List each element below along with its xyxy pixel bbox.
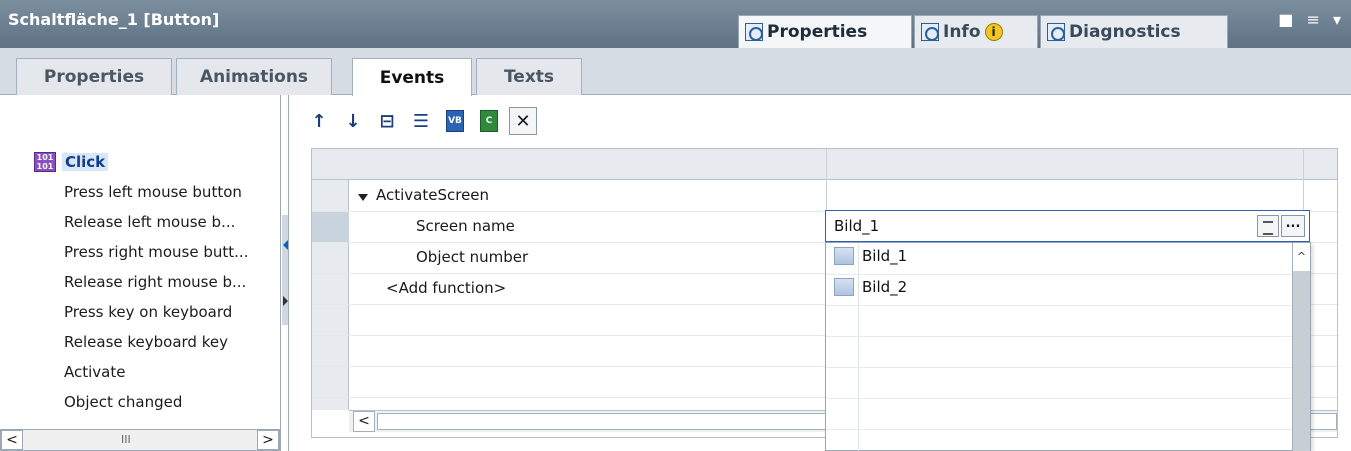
- info-badge-icon: i: [984, 23, 1003, 41]
- param-screen-name[interactable]: Screen name: [416, 217, 515, 235]
- inspector-tab-row: Properties Animations Events Texts: [0, 48, 1351, 96]
- tab-diagnostics[interactable]: Diagnostics: [1040, 15, 1228, 48]
- convert-to-c-icon: C: [480, 110, 498, 132]
- tab-properties-top-label: Properties: [767, 22, 868, 42]
- convert-to-c-button[interactable]: C: [475, 107, 503, 135]
- tab-properties[interactable]: Properties: [16, 58, 172, 95]
- grid-header: [312, 149, 1337, 180]
- panel-splitter[interactable]: [280, 95, 289, 451]
- grid-scroll-left-button[interactable]: <: [353, 411, 375, 432]
- collapse-all-icon[interactable]: ⊟: [373, 107, 401, 135]
- dropdown-option-bild2[interactable]: Bild_2: [834, 278, 907, 296]
- events-toolbar: ↑ ↓ ⊟ ☰ VB C ✕: [305, 105, 537, 137]
- event-press-left-mouse[interactable]: Press left mouse button: [64, 183, 242, 201]
- dropdown-row-line: [826, 398, 1301, 399]
- convert-to-vb-button[interactable]: VB: [441, 107, 469, 135]
- dropdown-option-bild1[interactable]: Bild_1: [834, 247, 907, 265]
- event-release-left-mouse[interactable]: Release left mouse b...: [64, 213, 235, 231]
- event-activate[interactable]: Activate: [64, 363, 125, 381]
- dropdown-row-line: [826, 336, 1301, 337]
- dropdown-option-label: Bild_1: [862, 247, 908, 265]
- screen-name-value: Bild_1: [834, 217, 880, 235]
- collapse-left-icon[interactable]: [283, 240, 288, 250]
- scroll-up-icon[interactable]: ^: [1293, 243, 1310, 271]
- window-controls-icon[interactable]: ■ ≡ ▾: [1278, 10, 1345, 29]
- screen-dropdown-list: Bild_1 Bild_2 ^: [825, 242, 1311, 451]
- tab-diagnostics-label: Diagnostics: [1069, 22, 1181, 42]
- dropdown-row-line: [826, 429, 1301, 430]
- inspector-title-bar: Schaltfläche_1 [Button] Properties Info …: [0, 0, 1351, 48]
- tab-properties-top[interactable]: Properties: [738, 15, 912, 48]
- delete-icon[interactable]: ✕: [509, 107, 537, 135]
- param-object-number[interactable]: Object number: [416, 248, 528, 266]
- event-object-changed[interactable]: Object changed: [64, 393, 182, 411]
- dropdown-row-line: [826, 274, 1301, 275]
- event-click[interactable]: 101 101 Click: [34, 152, 109, 172]
- screen-name-value-input[interactable]: Bild_1 ...: [825, 210, 1310, 242]
- screen-icon: [834, 247, 854, 265]
- scroll-left-button[interactable]: <: [1, 430, 23, 450]
- scroll-right-button[interactable]: >: [257, 430, 279, 450]
- event-release-key[interactable]: Release keyboard key: [64, 333, 228, 351]
- tab-animations[interactable]: Animations: [176, 58, 332, 95]
- scroll-grip-icon[interactable]: III: [121, 433, 131, 446]
- event-press-key[interactable]: Press key on keyboard: [64, 303, 232, 321]
- more-options-button[interactable]: ...: [1281, 215, 1305, 237]
- inspector-title: Schaltfläche_1 [Button]: [8, 10, 220, 29]
- grid-row-selected-marker: [312, 211, 349, 242]
- event-release-right-mouse[interactable]: Release right mouse b...: [64, 273, 246, 291]
- dropdown-vscrollbar[interactable]: ^: [1292, 243, 1310, 451]
- add-function-link[interactable]: <Add function>: [386, 279, 506, 297]
- expand-all-icon[interactable]: ☰: [407, 107, 435, 135]
- function-name[interactable]: ActivateScreen: [376, 186, 489, 204]
- tab-texts[interactable]: Texts: [476, 58, 582, 95]
- diagnostics-icon: [1047, 23, 1065, 41]
- dropdown-option-label: Bild_2: [862, 278, 908, 296]
- move-up-icon[interactable]: ↑: [305, 107, 333, 135]
- dropdown-row-line: [826, 305, 1301, 306]
- event-click-label: Click: [62, 153, 109, 171]
- expand-right-icon[interactable]: [283, 296, 288, 306]
- properties-icon: [745, 23, 763, 41]
- expand-function-icon[interactable]: [358, 194, 368, 201]
- splitter-thumb[interactable]: [282, 215, 288, 325]
- tab-info-label: Info: [943, 22, 981, 42]
- event-list-hscrollbar[interactable]: < III >: [0, 429, 280, 451]
- event-press-right-mouse[interactable]: Press right mouse butt...: [64, 243, 248, 261]
- info-icon: [921, 23, 939, 41]
- list-icon[interactable]: [1257, 215, 1279, 237]
- screen-icon: [834, 278, 854, 296]
- tab-events[interactable]: Events: [352, 58, 472, 96]
- click-event-icon: 101 101: [34, 152, 56, 172]
- tab-info[interactable]: Info i: [914, 15, 1038, 48]
- convert-to-vb-icon: VB: [446, 110, 464, 132]
- dropdown-row-line: [826, 367, 1301, 368]
- move-down-icon[interactable]: ↓: [339, 107, 367, 135]
